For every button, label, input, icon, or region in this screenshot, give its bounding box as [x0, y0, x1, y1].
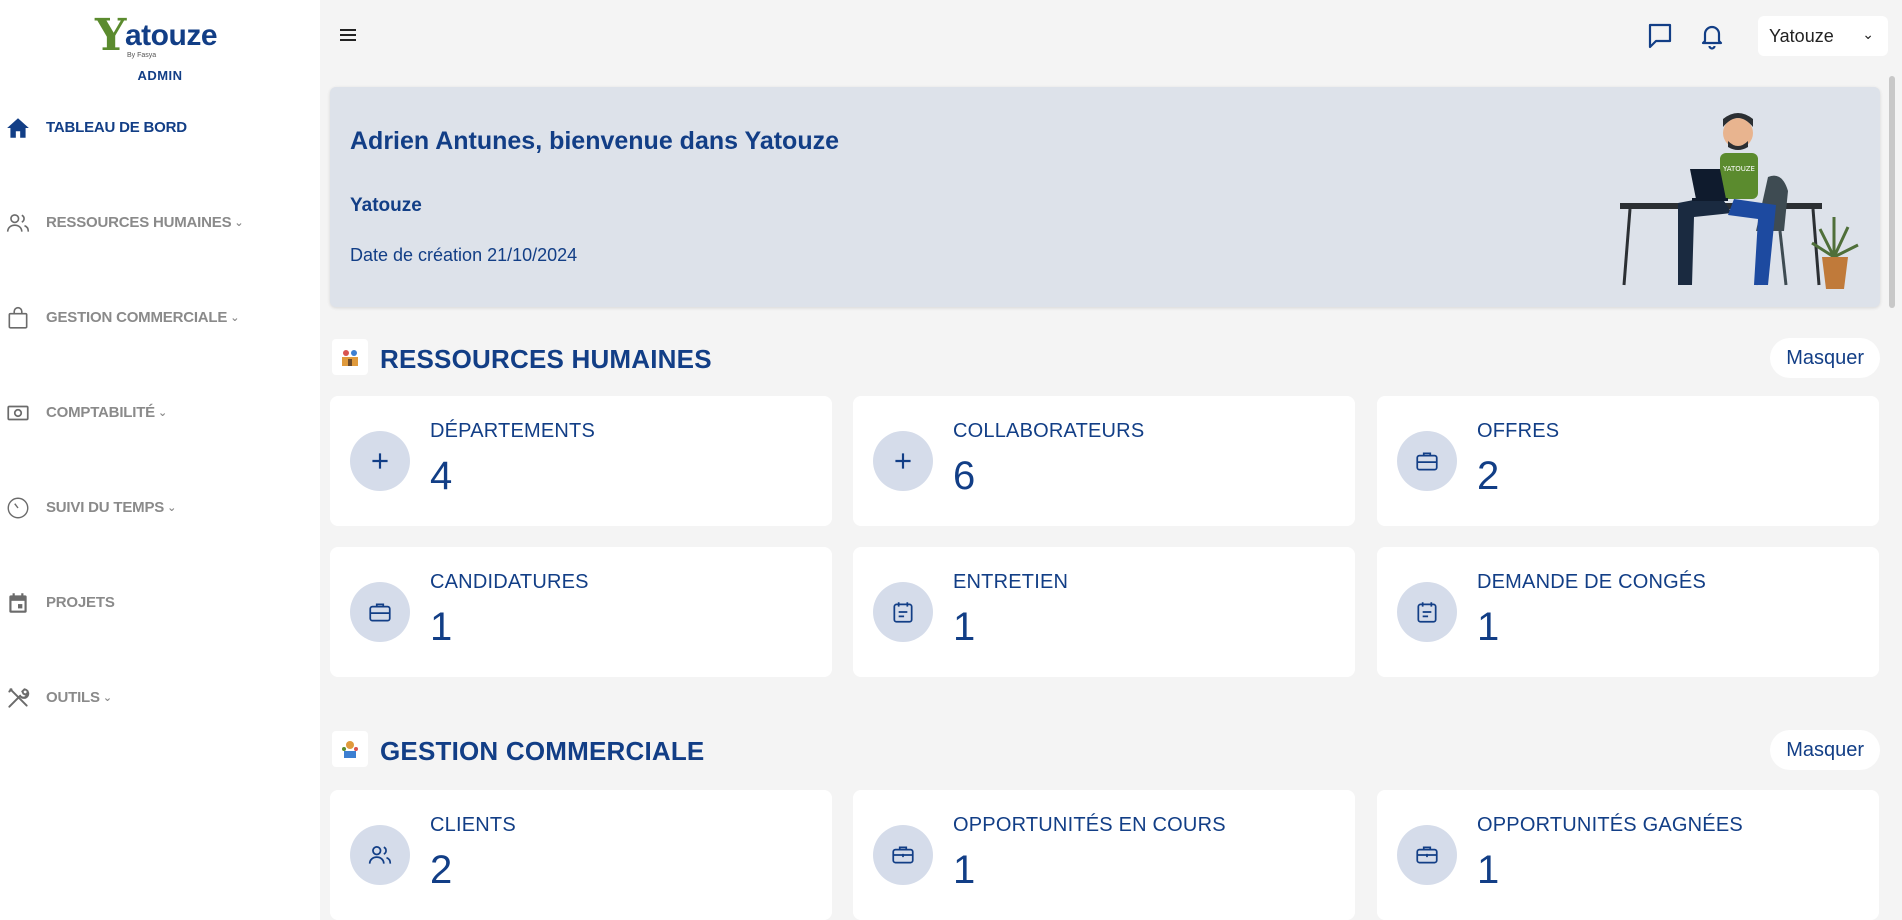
stat-card-collaborateurs[interactable]: COLLABORATEURS 6	[853, 396, 1355, 526]
stat-value: 1	[953, 605, 976, 649]
briefcase-icon	[873, 825, 933, 885]
shopping-bag-icon	[5, 305, 31, 331]
chevron-down-icon: ⌄	[1862, 26, 1874, 42]
sidebar: Y atouze By Fasya ADMIN TABLEAU DE BORD …	[0, 0, 320, 920]
stat-label: ENTRETIEN	[953, 571, 1069, 593]
sidebar-item-label: TABLEAU DE BORD	[46, 119, 187, 136]
section-header-rh: RESSOURCES HUMAINES Masquer	[330, 336, 1880, 378]
stat-label: OPPORTUNITÉS EN COURS	[953, 814, 1226, 836]
message-icon[interactable]	[1644, 20, 1676, 52]
sidebar-item-label: PROJETS	[46, 594, 115, 611]
plus-icon	[873, 431, 933, 491]
sidebar-item-outils[interactable]: OUTILS ⌄	[0, 677, 320, 717]
calendar-icon	[5, 590, 31, 616]
briefcase-icon	[350, 582, 410, 642]
section-header-gc: GESTION COMMERCIALE Masquer	[330, 728, 1880, 770]
section-title: GESTION COMMERCIALE	[380, 736, 705, 766]
rh-section-icon	[332, 339, 368, 375]
welcome-banner: Adrien Antunes, bienvenue dans Yatouze Y…	[330, 87, 1880, 307]
clock-icon	[5, 495, 31, 521]
stat-value: 1	[1477, 848, 1500, 892]
sidebar-item-gestion-commerciale[interactable]: GESTION COMMERCIALE ⌄	[0, 297, 320, 337]
calendar-icon	[1397, 582, 1457, 642]
tools-icon	[5, 685, 31, 711]
stat-label: OPPORTUNITÉS GAGNÉES	[1477, 814, 1743, 836]
logo-y-mark: Y	[95, 10, 127, 61]
hide-section-button[interactable]: Masquer	[1770, 338, 1880, 378]
stat-card-opportunites-en-cours[interactable]: OPPORTUNITÉS EN COURS 1	[853, 790, 1355, 920]
stat-label: DÉPARTEMENTS	[430, 420, 596, 442]
stat-value: 6	[953, 454, 976, 498]
logo-byline: By Fasya	[127, 52, 157, 59]
sidebar-item-comptabilite[interactable]: COMPTABILITÉ ⌄	[0, 392, 320, 432]
stat-value: 1	[1477, 605, 1500, 649]
stat-label: CANDIDATURES	[430, 571, 589, 593]
sidebar-item-label: COMPTABILITÉ ⌄	[46, 404, 168, 421]
svg-text:YATOUZE: YATOUZE	[1722, 165, 1755, 173]
welcome-heading: Adrien Antunes, bienvenue dans Yatouze	[350, 127, 839, 155]
logo-wordmark: atouze	[125, 19, 218, 52]
stat-value: 1	[953, 848, 976, 892]
stat-card-departements[interactable]: DÉPARTEMENTS 4	[330, 396, 832, 526]
sidebar-item-label: OUTILS ⌄	[46, 689, 112, 706]
plus-icon	[350, 431, 410, 491]
stat-label: CLIENTS	[430, 814, 516, 836]
stat-card-candidatures[interactable]: CANDIDATURES 1	[330, 547, 832, 677]
chevron-down-icon: ⌄	[167, 502, 177, 514]
sidebar-item-label: GESTION COMMERCIALE ⌄	[46, 309, 240, 326]
stat-value: 2	[1477, 454, 1500, 498]
hide-section-button[interactable]: Masquer	[1770, 730, 1880, 770]
stat-card-offres[interactable]: OFFRES 2	[1377, 396, 1879, 526]
stat-value: 2	[430, 848, 453, 892]
company-name: Yatouze	[350, 195, 422, 216]
stat-value: 4	[430, 454, 453, 498]
company-select-value: Yatouze	[1769, 25, 1834, 46]
role-label: ADMIN	[137, 68, 183, 83]
chevron-down-icon: ⌄	[157, 407, 168, 419]
users-icon	[5, 210, 31, 236]
calendar-icon	[873, 582, 933, 642]
chevron-down-icon: ⌄	[230, 312, 240, 324]
stat-label: COLLABORATEURS	[953, 420, 1145, 442]
sidebar-item-label: RESSOURCES HUMAINES ⌄	[46, 214, 244, 231]
stat-label: DEMANDE DE CONGÉS	[1477, 571, 1706, 593]
creation-date: Date de création 21/10/2024	[350, 245, 578, 265]
company-select[interactable]: Yatouze ⌄	[1758, 16, 1888, 56]
chevron-down-icon: ⌄	[102, 692, 112, 704]
briefcase-icon	[1397, 431, 1457, 491]
stat-card-demande-de-conges[interactable]: DEMANDE DE CONGÉS 1	[1377, 547, 1879, 677]
bell-icon[interactable]	[1696, 20, 1728, 52]
briefcase-icon	[1397, 825, 1457, 885]
sidebar-item-label: SUIVI DU TEMPS ⌄	[46, 499, 177, 516]
yatouze-logo[interactable]: Y atouze By Fasya	[95, 10, 225, 61]
home-icon	[5, 115, 31, 141]
sidebar-item-ressources-humaines[interactable]: RESSOURCES HUMAINES ⌄	[0, 202, 320, 242]
stat-card-clients[interactable]: CLIENTS 2	[330, 790, 832, 920]
sidebar-item-tableau-de-bord[interactable]: TABLEAU DE BORD	[0, 107, 320, 147]
sidebar-item-projets[interactable]: PROJETS	[0, 582, 320, 622]
gc-section-icon	[332, 731, 368, 767]
desk-illustration: YATOUZE	[1608, 107, 1868, 297]
stat-value: 1	[430, 605, 453, 649]
stat-card-opportunites-gagnees[interactable]: OPPORTUNITÉS GAGNÉES 1	[1377, 790, 1879, 920]
scrollbar-thumb[interactable]	[1889, 76, 1895, 308]
section-title: RESSOURCES HUMAINES	[380, 344, 712, 374]
stat-label: OFFRES	[1477, 420, 1560, 442]
cash-icon	[5, 400, 31, 426]
users-icon	[350, 825, 410, 885]
menu-toggle-button[interactable]	[340, 26, 360, 46]
sidebar-item-suivi-du-temps[interactable]: SUIVI DU TEMPS ⌄	[0, 487, 320, 527]
stat-card-entretien[interactable]: ENTRETIEN 1	[853, 547, 1355, 677]
chevron-down-icon: ⌄	[234, 217, 244, 229]
